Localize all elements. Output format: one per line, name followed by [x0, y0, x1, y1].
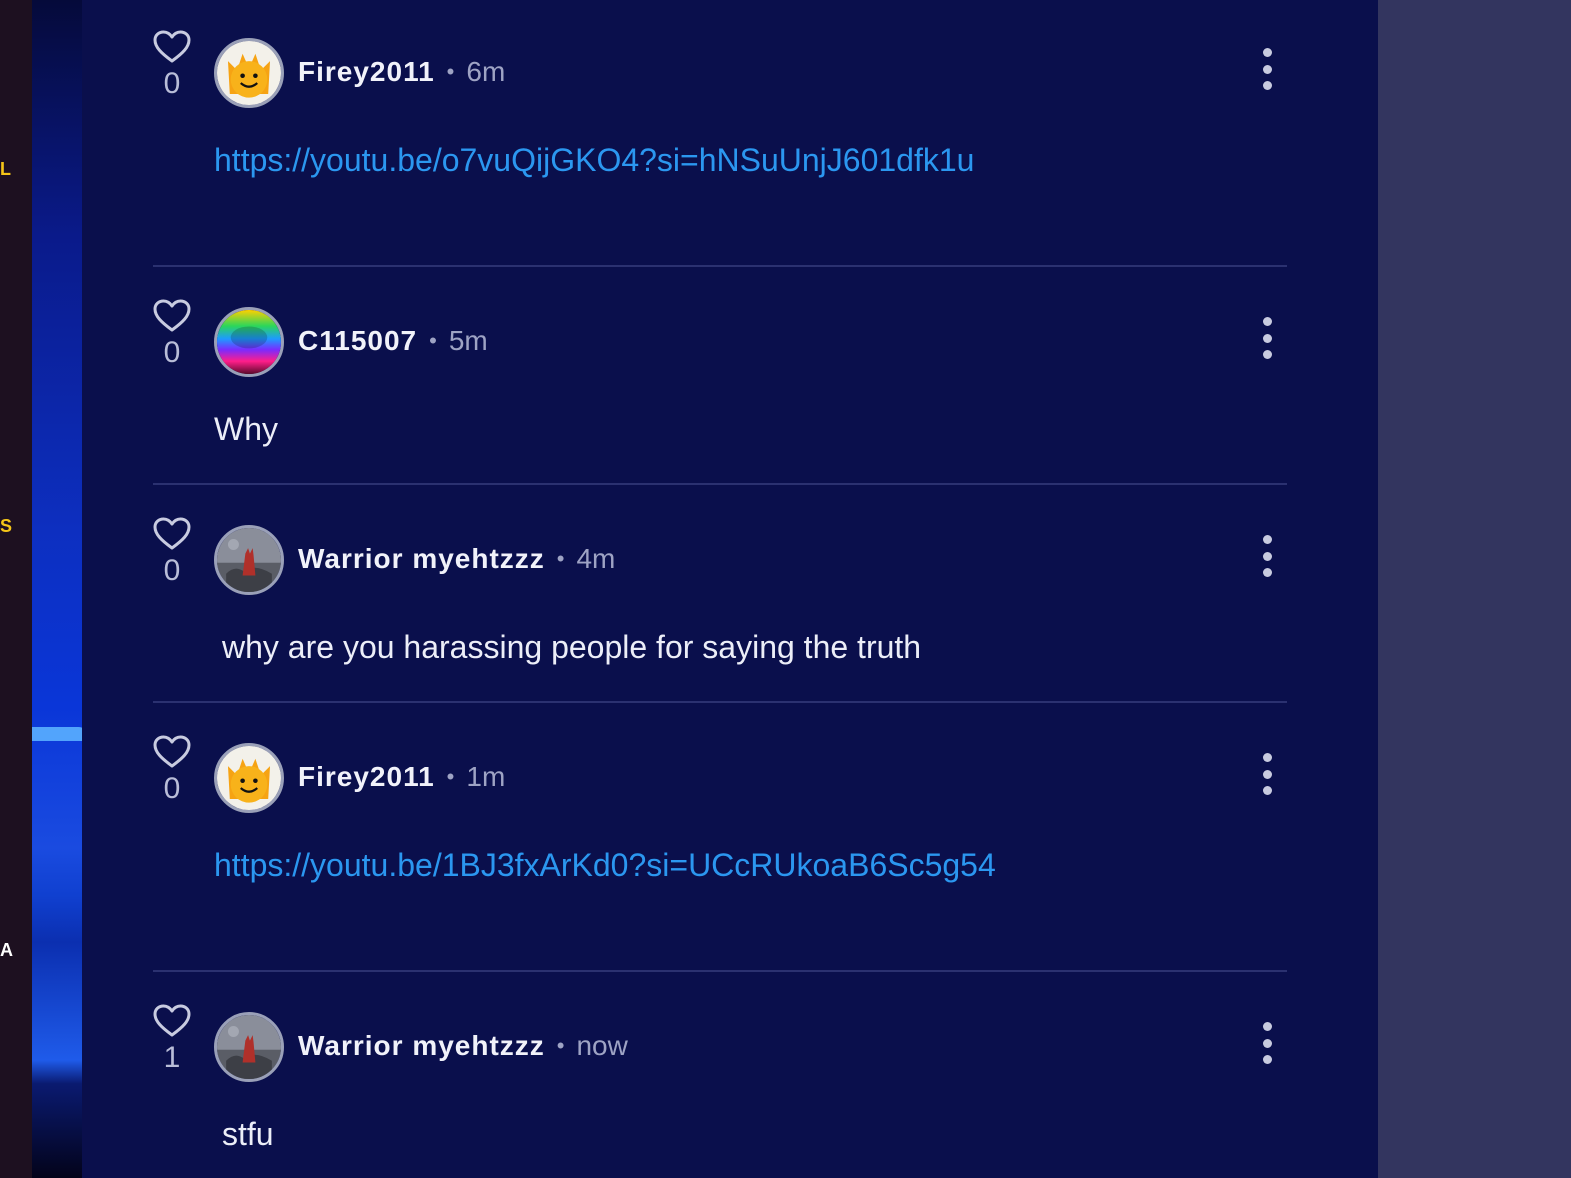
- comment-meta: Firey2011 • 1m: [298, 757, 505, 797]
- comment-body: https://youtu.be/1BJ3fxArKd0?si=UCcRUkoa…: [214, 847, 996, 884]
- timestamp: 5m: [448, 325, 488, 356]
- timestamp: now: [576, 1030, 628, 1061]
- like-column: 0: [153, 735, 191, 807]
- more-options-icon[interactable]: [1255, 1022, 1279, 1064]
- heart-icon[interactable]: [153, 735, 191, 769]
- warrior-avatar-icon: [217, 1015, 281, 1079]
- comment-link[interactable]: https://youtu.be/1BJ3fxArKd0?si=UCcRUkoa…: [214, 847, 996, 883]
- avatar[interactable]: [214, 743, 284, 813]
- like-column: 0: [153, 299, 191, 371]
- username[interactable]: Warrior myehtzzz: [298, 543, 545, 575]
- divider: [153, 701, 1287, 703]
- comment: 0 Firey2011 • 6m https://youtu.be/o7vuQi…: [153, 30, 1287, 230]
- edge-letter: S: [0, 516, 13, 536]
- like-count: 0: [163, 772, 181, 805]
- avatar[interactable]: [214, 38, 284, 108]
- warrior-avatar-icon: [217, 528, 281, 592]
- avatar[interactable]: [214, 525, 284, 595]
- heart-icon[interactable]: [153, 517, 191, 551]
- avatar[interactable]: [214, 307, 284, 377]
- comment: 0 Firey2011 • 1m https://youtu.be/1BJ3fx…: [153, 735, 1287, 935]
- separator-dot: •: [446, 59, 455, 84]
- separator-dot: •: [556, 546, 565, 571]
- divider: [153, 483, 1287, 485]
- like-column: 0: [153, 517, 191, 589]
- edge-letter: L: [0, 159, 11, 179]
- comment-meta: Warrior myehtzzz • 4m: [298, 539, 615, 579]
- heart-icon[interactable]: [153, 299, 191, 333]
- heart-icon[interactable]: [153, 1004, 191, 1038]
- right-side-panel: [1378, 0, 1571, 1178]
- timestamp: 4m: [576, 543, 616, 574]
- divider: [153, 265, 1287, 267]
- background-artwork: [32, 0, 82, 1178]
- like-column: 0: [153, 30, 191, 102]
- heart-icon[interactable]: [153, 30, 191, 64]
- timestamp: 6m: [466, 56, 506, 87]
- more-options-icon[interactable]: [1255, 317, 1279, 359]
- separator-dot: •: [556, 1033, 565, 1058]
- like-count: 0: [163, 67, 181, 100]
- timestamp: 1m: [466, 761, 506, 792]
- comment-meta: Warrior myehtzzz • now: [298, 1026, 628, 1066]
- separator-dot: •: [446, 764, 455, 789]
- comment-body: Why: [214, 411, 278, 447]
- avatar[interactable]: [214, 1012, 284, 1082]
- comment: 0 Warrior myehtzzz • 4m why are you hara…: [153, 517, 1287, 667]
- more-options-icon[interactable]: [1255, 535, 1279, 577]
- comment-body: stfu: [222, 1116, 274, 1152]
- like-column: 1: [153, 1004, 191, 1076]
- comment: 1 Warrior myehtzzz • now stfu: [153, 1004, 1287, 1178]
- comment-body: why are you harassing people for saying …: [222, 629, 922, 665]
- more-options-icon[interactable]: [1255, 753, 1279, 795]
- firey-avatar-icon: [217, 41, 281, 105]
- more-options-icon[interactable]: [1255, 48, 1279, 90]
- background-edge: L S A: [0, 0, 32, 1178]
- edge-letter: A: [0, 940, 13, 960]
- comment-meta: C115007 • 5m: [298, 321, 488, 361]
- comment-body: https://youtu.be/o7vuQijGKO4?si=hNSuUnjJ…: [214, 142, 974, 179]
- comment: 0 C115007 • 5m Why: [153, 299, 1287, 449]
- username[interactable]: Warrior myehtzzz: [298, 1030, 545, 1062]
- like-count: 0: [163, 336, 181, 369]
- rainbow-avatar-icon: [217, 310, 281, 374]
- comment-meta: Firey2011 • 6m: [298, 52, 505, 92]
- comment-link[interactable]: https://youtu.be/o7vuQijGKO4?si=hNSuUnjJ…: [214, 142, 974, 178]
- divider: [153, 970, 1287, 972]
- separator-dot: •: [429, 328, 437, 353]
- username[interactable]: Firey2011: [298, 56, 435, 88]
- username[interactable]: Firey2011: [298, 761, 435, 793]
- username[interactable]: C115007: [298, 325, 417, 357]
- like-count: 1: [163, 1041, 181, 1074]
- like-count: 0: [163, 554, 181, 587]
- firey-avatar-icon: [217, 746, 281, 810]
